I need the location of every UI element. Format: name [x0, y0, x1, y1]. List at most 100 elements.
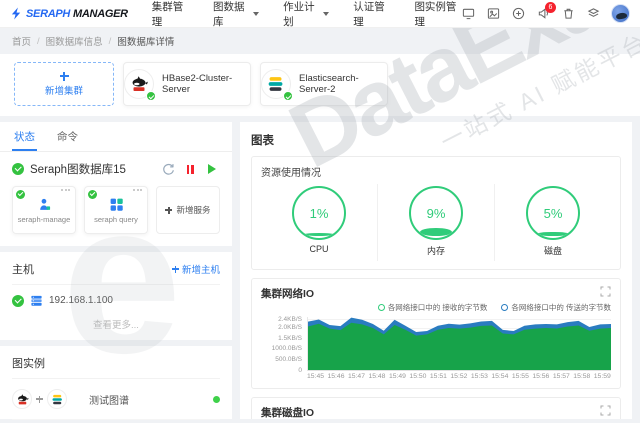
- person-icon: [37, 197, 52, 212]
- add-service-button[interactable]: 新增服务: [156, 186, 220, 234]
- view-more-link[interactable]: 查看更多...: [12, 313, 220, 340]
- x-tick-label: 15:50: [409, 373, 426, 380]
- pause-button[interactable]: [182, 162, 198, 176]
- start-button[interactable]: [204, 162, 220, 176]
- database-row: Seraph图数据库15: [12, 152, 220, 184]
- gauge-liquid-fill: [537, 232, 569, 237]
- more-menu-icon[interactable]: [133, 189, 142, 191]
- plus-icon: [172, 266, 179, 273]
- legend-transmitted-bytes[interactable]: 各网络接口中的 传送的字节数: [501, 302, 611, 313]
- resource-usage-card: 资源使用情况 1% CPU 9% 内存 5% 磁盘: [251, 156, 621, 270]
- x-tick-label: 15:48: [368, 373, 385, 380]
- gauge-value: 5%: [544, 206, 563, 221]
- y-tick-label: 2.0KB/S: [278, 324, 302, 331]
- cluster-card-elasticsearch[interactable]: Elasticsearch-Server-2: [260, 62, 388, 106]
- add-cluster-button[interactable]: 新增集群: [14, 62, 114, 106]
- top-navbar: SERAPH MANAGER 集群管理 图数据库 作业计划 认证管理 图实例管理…: [0, 0, 640, 28]
- add-circle-icon[interactable]: [511, 7, 525, 21]
- cluster-card-hbase[interactable]: HBase2-Cluster-Server: [123, 62, 251, 106]
- status-ok-badge: [283, 91, 293, 101]
- x-tick-label: 15:54: [491, 373, 508, 380]
- gauge-label: CPU: [309, 244, 328, 254]
- gauge-value: 9%: [427, 206, 446, 221]
- network-io-legend: 各网络接口中的 接收的字节数 各网络接口中的 传送的字节数: [261, 302, 611, 313]
- avatar[interactable]: [611, 4, 630, 23]
- legend-marker-green: [378, 304, 385, 311]
- x-tick-label: 15:51: [430, 373, 447, 380]
- status-ok-badge: [88, 190, 97, 199]
- plus-icon: [60, 72, 69, 81]
- gauge-memory: 9% 内存: [378, 184, 495, 261]
- status-ok-icon: [12, 295, 24, 307]
- tab-command[interactable]: 命令: [55, 122, 80, 151]
- instances-title: 图实例: [12, 355, 45, 371]
- breadcrumb-current: 图数据库详情: [117, 34, 174, 48]
- service-name: seraph-manage: [18, 215, 71, 224]
- network-io-area-chart: [307, 317, 611, 371]
- y-tick-label: 0: [298, 367, 302, 374]
- breadcrumb-home[interactable]: 首页: [12, 34, 31, 48]
- breadcrumb-separator: /: [37, 36, 40, 47]
- nav-job-schedule[interactable]: 作业计划: [283, 0, 329, 29]
- tab-status[interactable]: 状态: [12, 122, 37, 151]
- server-icon: [30, 294, 43, 307]
- breadcrumb-db-info[interactable]: 图数据库信息: [46, 34, 103, 48]
- resource-usage-title: 资源使用情况: [261, 164, 611, 179]
- network-io-x-axis: 15:4515:4615:4715:4815:4915:5015:5115:52…: [307, 371, 611, 380]
- charts-panel-title: 图表: [251, 130, 621, 156]
- service-name: seraph query: [94, 215, 138, 224]
- breadcrumb-separator: /: [109, 36, 112, 47]
- refresh-button[interactable]: [160, 162, 176, 176]
- monitor-icon[interactable]: [461, 7, 475, 21]
- charts-panel: 图表 资源使用情况 1% CPU 9% 内存 5% 磁盘: [240, 122, 632, 419]
- legend-received-bytes[interactable]: 各网络接口中的 接收的字节数: [378, 302, 488, 313]
- service-card-seraph-manage[interactable]: seraph-manage: [12, 186, 76, 234]
- brand-primary: SERAPH: [26, 8, 70, 20]
- cluster-name: Elasticsearch-Server-2: [299, 73, 387, 95]
- x-tick-label: 15:55: [512, 373, 529, 380]
- expand-icon[interactable]: [600, 286, 611, 297]
- breadcrumb: 首页 / 图数据库信息 / 图数据库详情: [0, 28, 640, 54]
- cluster-name: HBase2-Cluster-Server: [162, 73, 250, 95]
- chevron-down-icon: [253, 12, 259, 16]
- gauge-cpu: 1% CPU: [261, 184, 378, 261]
- brand-secondary: MANAGER: [73, 8, 128, 20]
- x-tick-label: 15:56: [532, 373, 549, 380]
- add-host-button[interactable]: 新增主机: [172, 262, 220, 276]
- gridline: [308, 370, 611, 371]
- main-content: 状态 命令 Seraph图数据库15 seraph-manage seraph …: [0, 122, 640, 419]
- trash-icon[interactable]: [561, 7, 575, 21]
- app-logo[interactable]: SERAPH MANAGER: [10, 7, 128, 20]
- hosts-section-header: 主机 新增主机: [12, 252, 220, 285]
- gauge-label: 内存: [427, 244, 445, 257]
- cluster-card-strip: 新增集群 HBase2-Cluster-Server Elasticsearch…: [0, 54, 640, 116]
- add-cluster-label: 新增集群: [45, 83, 83, 97]
- grid-icon: [109, 197, 124, 212]
- host-ip: 192.168.1.100: [49, 295, 113, 306]
- nav-graph-instance-management[interactable]: 图实例管理: [414, 0, 461, 29]
- hosts-title: 主机: [12, 261, 34, 277]
- disk-io-title: 集群磁盘IO: [261, 405, 314, 419]
- image-icon[interactable]: [486, 7, 500, 21]
- logo-bolt-icon: [10, 7, 23, 20]
- nav-auth-management[interactable]: 认证管理: [353, 0, 390, 29]
- layers-icon[interactable]: [586, 7, 600, 21]
- service-card-seraph-query[interactable]: seraph query: [84, 186, 148, 234]
- more-menu-icon[interactable]: [61, 189, 70, 191]
- nav-graph-database[interactable]: 图数据库: [213, 0, 259, 29]
- x-tick-label: 15:45: [307, 373, 324, 380]
- resource-gauges: 1% CPU 9% 内存 5% 磁盘: [261, 184, 611, 261]
- notification-icon[interactable]: 6: [536, 7, 550, 21]
- x-tick-label: 15:59: [594, 373, 611, 380]
- x-tick-label: 15:52: [450, 373, 467, 380]
- host-row[interactable]: 192.168.1.100: [12, 285, 220, 313]
- status-ok-badge: [146, 91, 156, 101]
- gauge-liquid-fill: [420, 228, 452, 236]
- x-tick-label: 15:58: [573, 373, 590, 380]
- x-tick-label: 15:57: [553, 373, 570, 380]
- add-service-label: 新增服务: [176, 204, 210, 216]
- instance-row[interactable]: 测试图谱: [12, 379, 220, 420]
- expand-icon[interactable]: [600, 405, 611, 416]
- x-tick-label: 15:53: [471, 373, 488, 380]
- nav-cluster-management[interactable]: 集群管理: [152, 0, 189, 29]
